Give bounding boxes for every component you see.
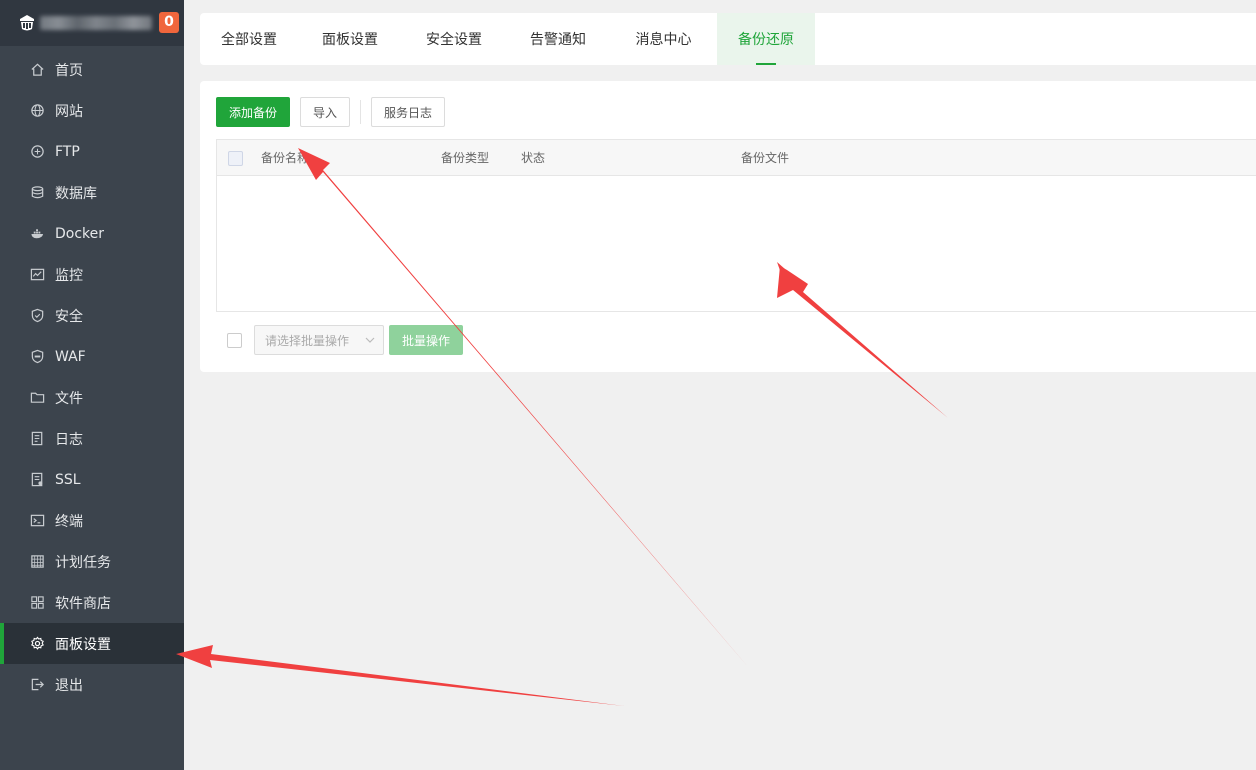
sidebar-item-label: FTP	[55, 143, 80, 160]
sidebar-item-ssl[interactable]: SSL	[0, 459, 184, 500]
logout-icon	[30, 677, 45, 692]
sidebar-item-docker[interactable]: Docker	[0, 213, 184, 254]
sidebar-item-label: 退出	[55, 677, 83, 694]
table-body	[217, 176, 1256, 311]
docker-icon	[30, 226, 45, 241]
sidebar-header: 0	[0, 0, 184, 46]
service-log-button[interactable]: 服务日志	[371, 97, 445, 127]
waf-icon	[30, 349, 45, 364]
sidebar-item-logout[interactable]: 退出	[0, 664, 184, 705]
sidebar-item-home[interactable]: 首页	[0, 49, 184, 90]
gear-icon	[30, 636, 45, 651]
batch-footer: 请选择批量操作 批量操作	[216, 325, 463, 355]
message-badge[interactable]: 0	[159, 12, 179, 33]
tab-message-center[interactable]: 消息中心	[610, 13, 717, 65]
sidebar-item-website[interactable]: 网站	[0, 90, 184, 131]
sidebar-item-label: 监控	[55, 267, 83, 284]
sidebar-footer	[0, 706, 184, 770]
batch-select-placeholder: 请选择批量操作	[265, 333, 350, 348]
tab-panel-settings[interactable]: 面板设置	[298, 13, 402, 65]
sidebar-item-waf[interactable]: WAF	[0, 336, 184, 377]
sidebar-item-logs[interactable]: 日志	[0, 418, 184, 459]
log-icon	[30, 431, 45, 446]
table-header: 备份名称 备份类型 状态 备份文件	[217, 140, 1256, 176]
globe-icon	[30, 103, 45, 118]
toolbar: 添加备份 导入 服务日志	[216, 97, 445, 127]
sidebar-item-ftp[interactable]: FTP	[0, 131, 184, 172]
column-header-file: 备份文件	[741, 151, 790, 165]
import-button[interactable]: 导入	[300, 97, 350, 127]
add-backup-button[interactable]: 添加备份	[216, 97, 290, 127]
sidebar-item-label: 终端	[55, 513, 83, 530]
column-header-name: 备份名称	[261, 151, 310, 165]
sidebar-item-label: 计划任务	[55, 554, 111, 571]
ftp-icon	[30, 144, 45, 159]
sidebar-item-label: 面板设置	[55, 636, 111, 653]
backup-table: 备份名称 备份类型 状态 备份文件	[216, 139, 1256, 312]
chevron-down-icon	[365, 337, 375, 343]
sidebar-item-label: 安全	[55, 308, 83, 325]
folder-icon	[30, 390, 45, 405]
home-icon	[30, 62, 45, 77]
column-header-type: 备份类型	[441, 151, 490, 165]
ssl-icon	[30, 472, 45, 487]
sidebar-item-label: 网站	[55, 103, 83, 120]
sidebar-nav: 首页 网站 FTP 数据库 Docker 监控 安全 WAF 文件 日志 SSL…	[0, 49, 184, 705]
backup-panel: 添加备份 导入 服务日志 备份名称 备份类型 状态 备份文件 请选择批量操作 批…	[200, 81, 1256, 372]
annotation-arrow-sidebar	[176, 645, 624, 706]
terminal-icon	[30, 513, 45, 528]
sidebar-item-label: 数据库	[55, 185, 97, 202]
select-all-checkbox[interactable]	[228, 151, 243, 166]
sidebar-item-label: WAF	[55, 348, 86, 365]
sidebar-item-label: 文件	[55, 390, 83, 407]
settings-tabs: 全部设置 面板设置 安全设置 告警通知 消息中心 备份还原	[200, 13, 1256, 65]
sidebar: 0 首页 网站 FTP 数据库 Docker 监控 安全 WAF 文件 日志 S…	[0, 0, 184, 770]
sidebar-item-panel-settings[interactable]: 面板设置	[0, 623, 184, 664]
sidebar-item-label: SSL	[55, 471, 81, 488]
batch-operation-button[interactable]: 批量操作	[389, 325, 463, 355]
monitor-icon	[30, 267, 45, 282]
database-icon	[30, 185, 45, 200]
batch-checkbox[interactable]	[227, 332, 242, 348]
sidebar-item-label: 日志	[55, 431, 83, 448]
sidebar-item-cron[interactable]: 计划任务	[0, 541, 184, 582]
tab-alert-notify[interactable]: 告警通知	[506, 13, 610, 65]
server-name-blurred	[40, 16, 152, 30]
tab-security-settings[interactable]: 安全设置	[402, 13, 506, 65]
toolbar-divider	[360, 100, 361, 124]
sidebar-item-label: Docker	[55, 225, 105, 242]
sidebar-item-security[interactable]: 安全	[0, 295, 184, 336]
apps-icon	[30, 595, 45, 610]
column-header-status: 状态	[521, 151, 546, 165]
sidebar-item-label: 首页	[55, 62, 83, 79]
sidebar-item-files[interactable]: 文件	[0, 377, 184, 418]
batch-action-select[interactable]: 请选择批量操作	[254, 325, 384, 355]
calendar-icon	[30, 554, 45, 569]
sidebar-item-terminal[interactable]: 终端	[0, 500, 184, 541]
sidebar-item-label: 软件商店	[55, 595, 111, 612]
shield-icon	[30, 308, 45, 323]
sidebar-item-database[interactable]: 数据库	[0, 172, 184, 213]
tab-backup-restore[interactable]: 备份还原	[717, 13, 815, 65]
sidebar-item-monitor[interactable]: 监控	[0, 254, 184, 295]
sidebar-item-store[interactable]: 软件商店	[0, 582, 184, 623]
tab-all-settings[interactable]: 全部设置	[200, 13, 298, 65]
logo-icon	[20, 15, 34, 31]
